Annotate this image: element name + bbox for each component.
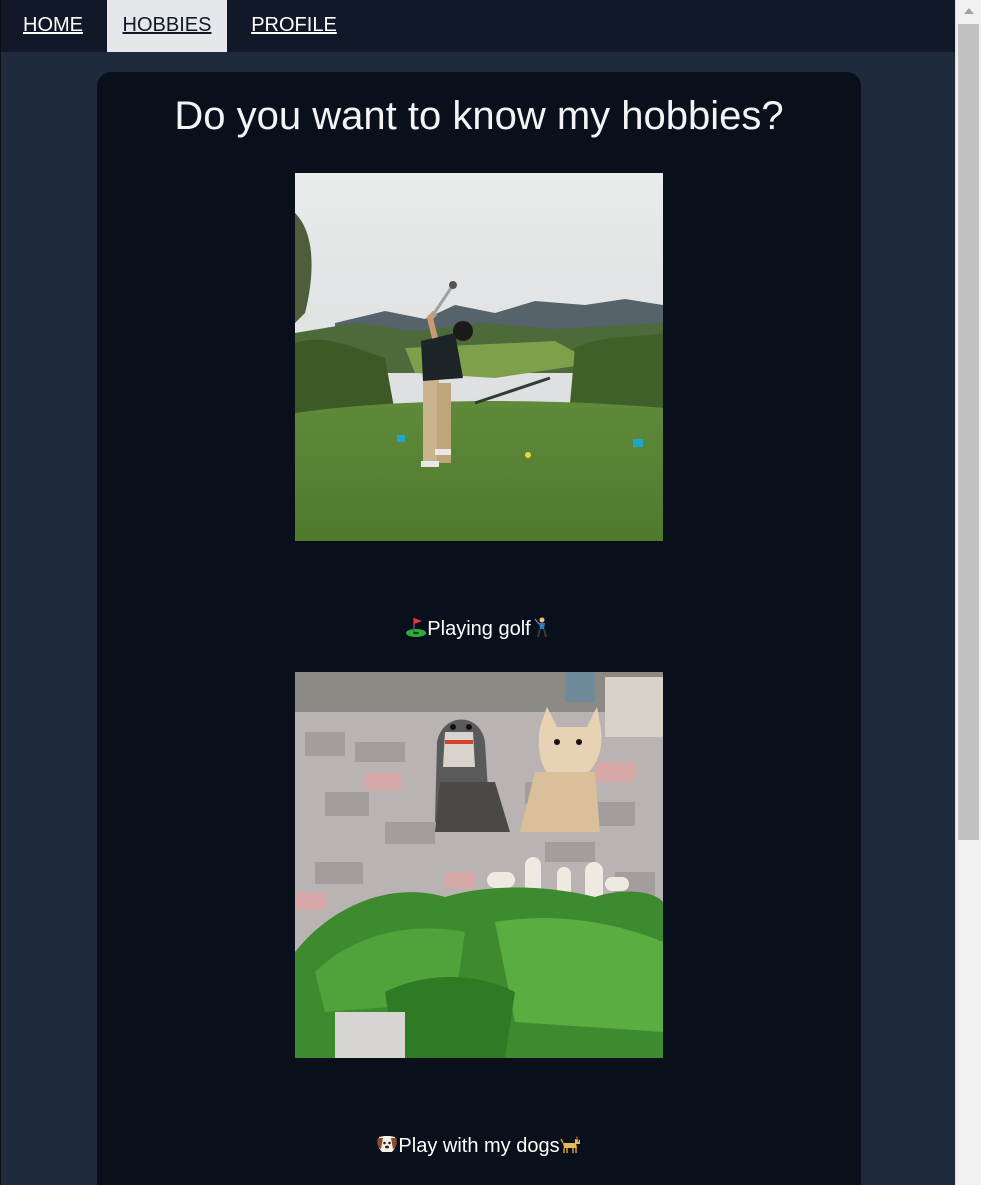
- scrollbar-thumb[interactable]: [958, 24, 979, 840]
- two-dogs-with-radishes-photo: [295, 672, 663, 1058]
- golfer-icon: [531, 616, 553, 638]
- page-title: Do you want to know my hobbies?: [174, 94, 784, 138]
- caption-text: Play with my dogs: [398, 1135, 560, 1157]
- golf-swing-photo: [295, 173, 663, 541]
- caption-playing-golf: Playing golf: [97, 616, 861, 641]
- browser-viewport: HOME HOBBIES PROFILE Do you want to know…: [0, 0, 981, 1185]
- dog-icon: [559, 1133, 582, 1155]
- top-navigation: HOME HOBBIES PROFILE: [1, 0, 956, 52]
- vertical-scrollbar[interactable]: [955, 0, 981, 1185]
- nav-link-profile[interactable]: PROFILE: [235, 0, 353, 52]
- nav-link-home[interactable]: HOME: [7, 0, 99, 52]
- dog-face-icon: [376, 1133, 398, 1155]
- golf-flag-icon: [405, 616, 427, 638]
- caption-play-with-dogs: Play with my dogs: [97, 1133, 861, 1158]
- nav-link-hobbies[interactable]: HOBBIES: [107, 0, 227, 52]
- caption-text: Playing golf: [427, 618, 531, 640]
- hobbies-card: Do you want to know my hobbies? Playing …: [97, 72, 861, 1185]
- scroll-up-arrow-icon[interactable]: [956, 0, 981, 22]
